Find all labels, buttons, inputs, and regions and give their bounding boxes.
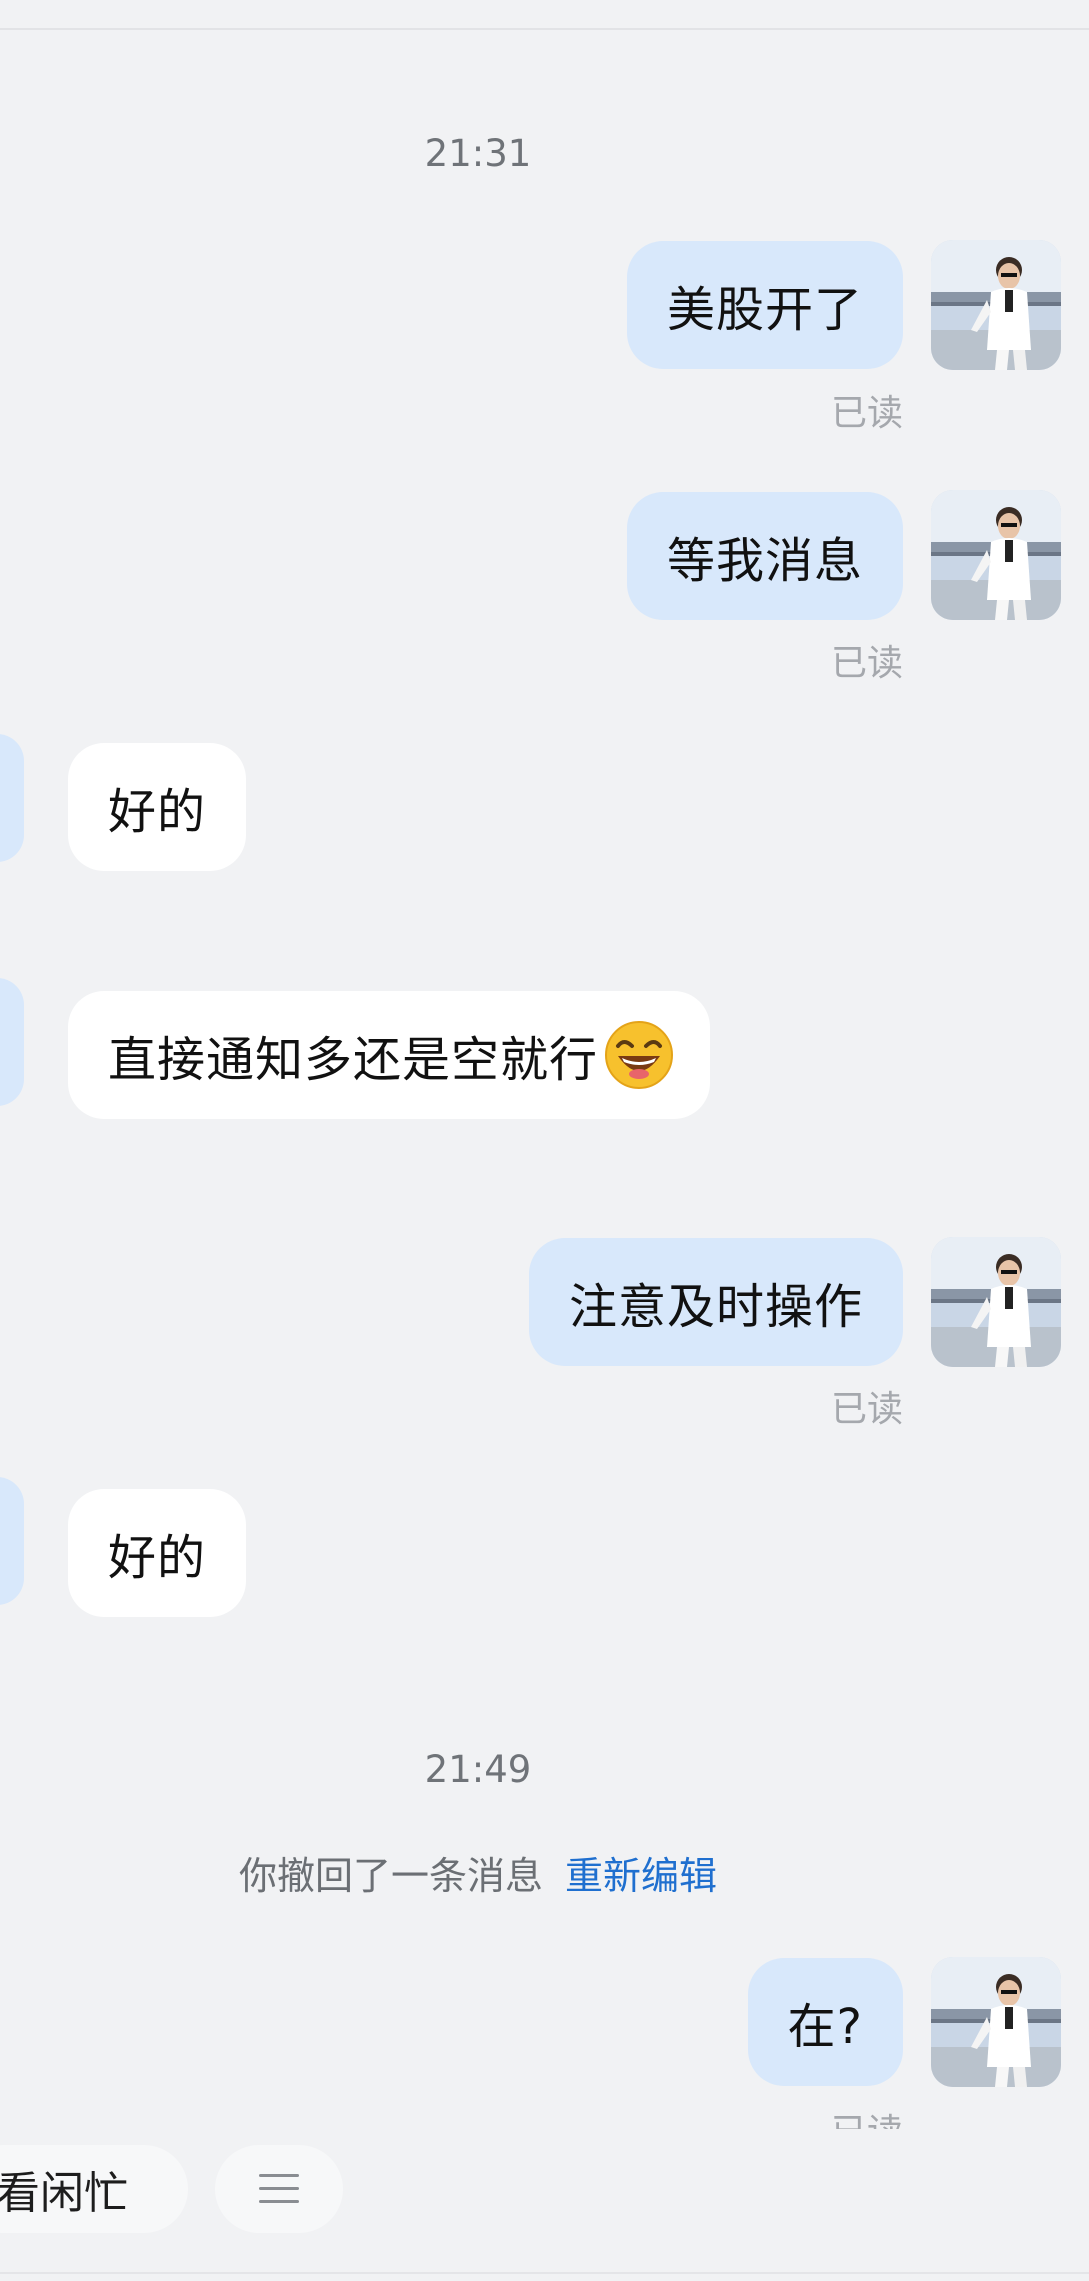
message-bubble-outgoing[interactable]: 在? bbox=[747, 1958, 903, 2086]
message-text: 好的 bbox=[108, 1530, 207, 1586]
message-bubble-incoming[interactable]: 直接通知多还是空就行 bbox=[68, 991, 711, 1119]
top-divider bbox=[0, 28, 1089, 30]
laughing-emoji-icon bbox=[605, 1021, 674, 1089]
recall-text: 你撤回了一条消息 bbox=[238, 1854, 543, 1898]
bottom-divider bbox=[0, 2272, 1089, 2274]
message-text: 在? bbox=[787, 1999, 863, 2055]
avatar[interactable] bbox=[931, 240, 1061, 370]
timestamp: 21:31 bbox=[424, 132, 532, 175]
message-text: 美股开了 bbox=[666, 282, 863, 338]
quick-reply-label: 看闲忙 bbox=[0, 2168, 128, 2219]
menu-lines-icon bbox=[259, 2174, 299, 2203]
read-receipt: 已读 bbox=[831, 2103, 903, 2129]
quick-reply-chip[interactable]: 看闲忙 bbox=[0, 2145, 188, 2233]
read-receipt: 已读 bbox=[830, 393, 903, 434]
read-receipt: 已读 bbox=[830, 643, 903, 684]
avatar[interactable] bbox=[931, 1957, 1061, 2087]
re-edit-link[interactable]: 重新编辑 bbox=[565, 1854, 717, 1898]
message-bubble-outgoing[interactable]: 美股开了 bbox=[626, 241, 903, 369]
recall-notice: 你撤回了一条消息 重新编辑 bbox=[0, 1845, 956, 1900]
message-text: 注意及时操作 bbox=[568, 1279, 863, 1335]
message-bubble-outgoing[interactable]: 注意及时操作 bbox=[528, 1238, 903, 1366]
partial-bubble-edge bbox=[0, 734, 24, 862]
read-receipt: 已读 bbox=[830, 1389, 903, 1430]
menu-button[interactable] bbox=[215, 2145, 343, 2233]
avatar[interactable] bbox=[931, 490, 1061, 620]
message-bubble-incoming[interactable]: 好的 bbox=[68, 743, 247, 871]
message-text: 直接通知多还是空就行 bbox=[108, 1032, 599, 1088]
avatar[interactable] bbox=[931, 1237, 1061, 1367]
partial-bubble-edge bbox=[0, 978, 24, 1106]
timestamp: 21:49 bbox=[424, 1748, 532, 1791]
message-bubble-incoming[interactable]: 好的 bbox=[68, 1489, 247, 1617]
partial-bubble-edge bbox=[0, 1477, 24, 1605]
message-bubble-outgoing[interactable]: 等我消息 bbox=[626, 492, 903, 620]
message-text: 好的 bbox=[108, 784, 207, 840]
message-text: 等我消息 bbox=[666, 533, 863, 589]
